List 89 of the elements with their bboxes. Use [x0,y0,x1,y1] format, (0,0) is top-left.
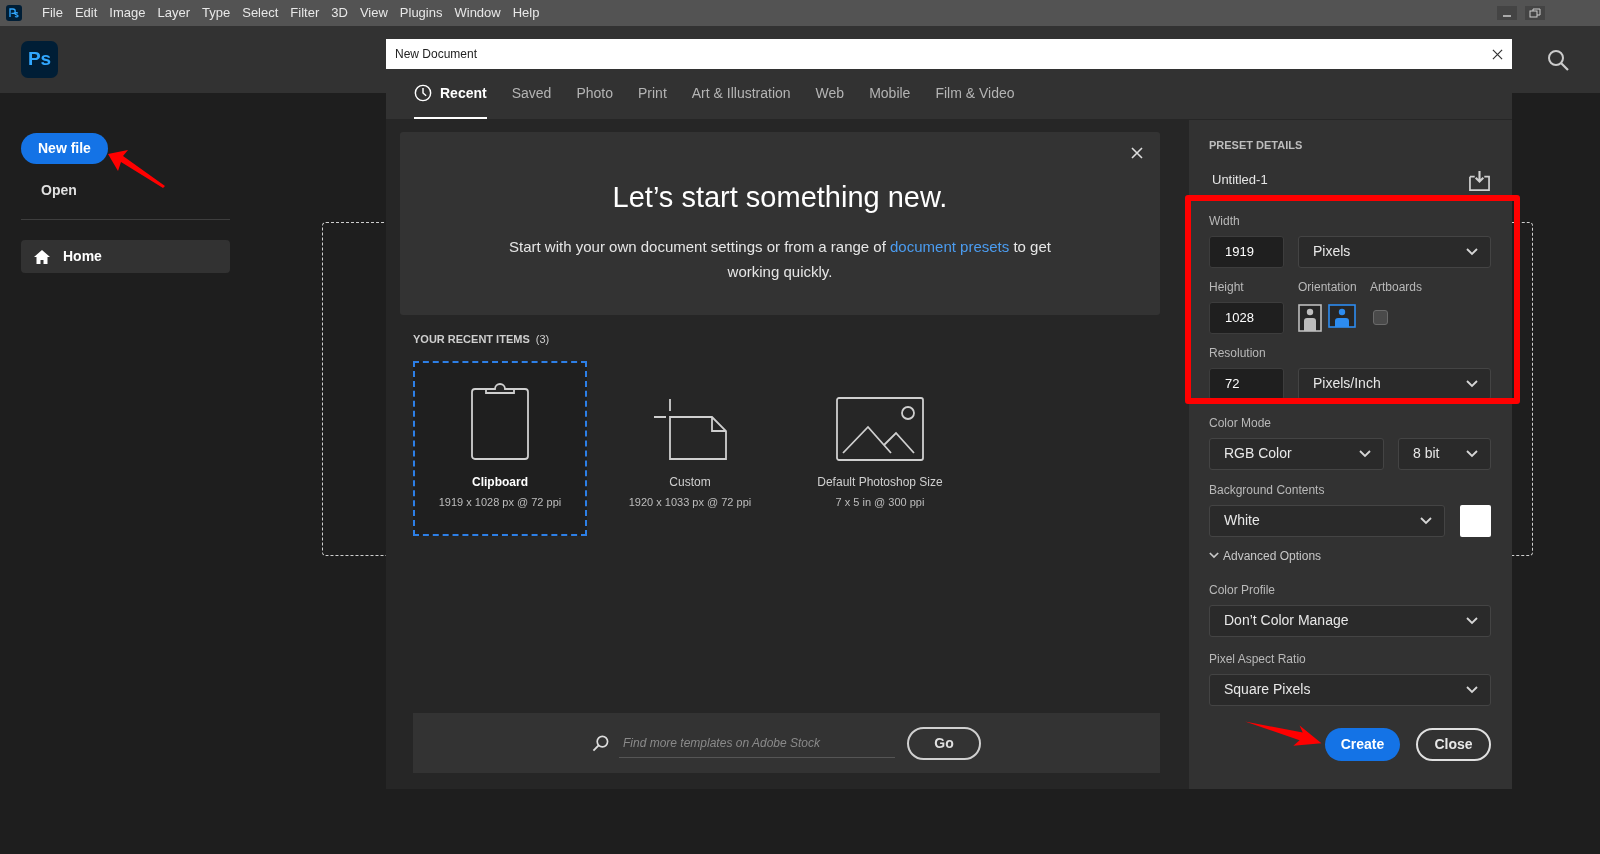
background-dropdown[interactable]: White [1209,504,1445,537]
menu-item[interactable]: Layer [151,3,197,23]
field-label: Color Mode [1209,414,1273,432]
pixel-aspect-ratio-dropdown[interactable]: Square Pixels [1209,673,1491,706]
advanced-options-toggle[interactable]: Advanced Options [1209,546,1491,565]
unit-dropdown[interactable]: Pixels [1298,235,1491,268]
close-icon[interactable] [1492,48,1503,60]
annotation-arrow [106,148,166,188]
item-details: 1919 x 1028 px @ 72 ppi [438,494,562,510]
chevron-down-icon [1466,685,1478,694]
field-label: Background Contents [1209,481,1326,499]
hero-text: Start with your own document settings or from a range of document presets to get working quickly. [508,236,1052,282]
portrait-orientation-button[interactable] [1298,303,1322,332]
open-link[interactable]: Open [41,180,77,201]
chevron-down-icon [1466,616,1478,625]
item-count: (3) [535,332,550,347]
recent-item[interactable]: Clipboard 1919 x 1028 px @ 72 ppi [413,360,587,536]
tab[interactable]: Print [638,69,667,119]
artboards-checkbox[interactable] [1373,309,1388,325]
field-label: Color Profile [1209,581,1277,599]
field-label: Resolution [1209,344,1267,362]
close-button[interactable]: Close [1416,728,1491,761]
create-button[interactable]: Create [1325,728,1400,761]
color-profile-dropdown[interactable]: Don’t Color Manage [1209,604,1491,637]
menu-item[interactable]: Edit [68,3,104,23]
search-icon [592,734,609,752]
section-heading: YOUR RECENT ITEMS [413,332,530,347]
hero-title: Let’s start something new. [612,180,948,215]
search-icon[interactable] [1546,47,1570,72]
save-preset-icon[interactable] [1468,169,1491,191]
menu-item[interactable]: Image [103,3,152,23]
field-label: Pixel Aspect Ratio [1209,650,1307,668]
unit-dropdown[interactable]: Pixels/Inch [1298,367,1491,400]
chevron-down-icon [1466,379,1478,388]
item-name: Clipboard [472,473,528,491]
tab[interactable]: Saved [511,69,552,119]
field-label: Width [1209,212,1241,230]
color-swatch[interactable] [1460,504,1491,537]
document-crop-icon [652,396,728,461]
app-icon[interactable] [6,5,22,21]
window-title: New Document [395,46,478,63]
chevron-down-icon [1466,247,1478,256]
clipboard-icon [470,380,530,461]
menu-item[interactable]: 3D [325,3,354,23]
menu-item[interactable]: File [36,3,69,23]
menu-item[interactable]: Select [236,3,285,23]
number-field[interactable]: 1919 [1209,235,1284,268]
menu-item[interactable]: View [353,3,394,23]
bit-depth-dropdown[interactable]: 8 bit [1398,437,1491,470]
landscape-orientation-button[interactable] [1328,303,1356,328]
minimize-icon[interactable] [1497,6,1517,20]
image-icon [836,396,924,461]
item-details: 7 x 5 in @ 300 ppi [835,494,925,510]
field-label: Orientation [1298,278,1358,296]
item-name: Default Photoshop Size [817,473,943,491]
number-field[interactable]: 72 [1209,367,1284,400]
menu-item[interactable]: Plugins [393,3,449,23]
tab[interactable]: Film & Video [935,69,1015,119]
chevron-down-icon [1466,449,1478,458]
field-label: Artboards [1370,278,1423,296]
chevron-down-icon [1209,552,1219,559]
tab[interactable]: Mobile [869,69,911,119]
recent-item[interactable]: Default Photoshop Size 7 x 5 in @ 300 ppi [793,360,967,536]
section-heading: PRESET DETAILS [1209,138,1304,153]
field-label: Height [1209,278,1245,296]
color-mode-dropdown[interactable]: RGB Color [1209,437,1384,470]
chevron-down-icon [1420,516,1432,525]
restore-icon[interactable] [1525,6,1545,20]
home-icon [33,248,51,265]
number-field[interactable]: 1028 [1209,301,1284,334]
document-presets-link[interactable]: document presets [890,237,1010,255]
clock-icon [414,84,432,102]
menu-item[interactable]: Filter [284,3,326,23]
search-field[interactable]: Find more templates on Adobe Stock [619,728,895,758]
go-button[interactable]: Go [907,726,981,760]
tab[interactable]: Web [815,69,845,119]
app-logo: Ps [21,41,58,78]
item-name: Custom [669,473,711,491]
chevron-down-icon [1359,449,1371,458]
preset-name: Untitled-1 [1212,171,1268,190]
tab[interactable]: Art & Illustration [691,69,791,119]
menu-item[interactable]: Help [506,3,546,23]
new-file-button[interactable]: New file [21,133,108,164]
menu-item[interactable]: Window [448,3,507,23]
menu-item[interactable]: Type [196,3,237,23]
home-nav-item[interactable]: Home [21,240,230,273]
recent-item[interactable]: Custom 1920 x 1033 px @ 72 ppi [603,360,777,536]
item-details: 1920 x 1033 px @ 72 ppi [628,494,752,510]
tab[interactable]: Photo [576,69,613,119]
